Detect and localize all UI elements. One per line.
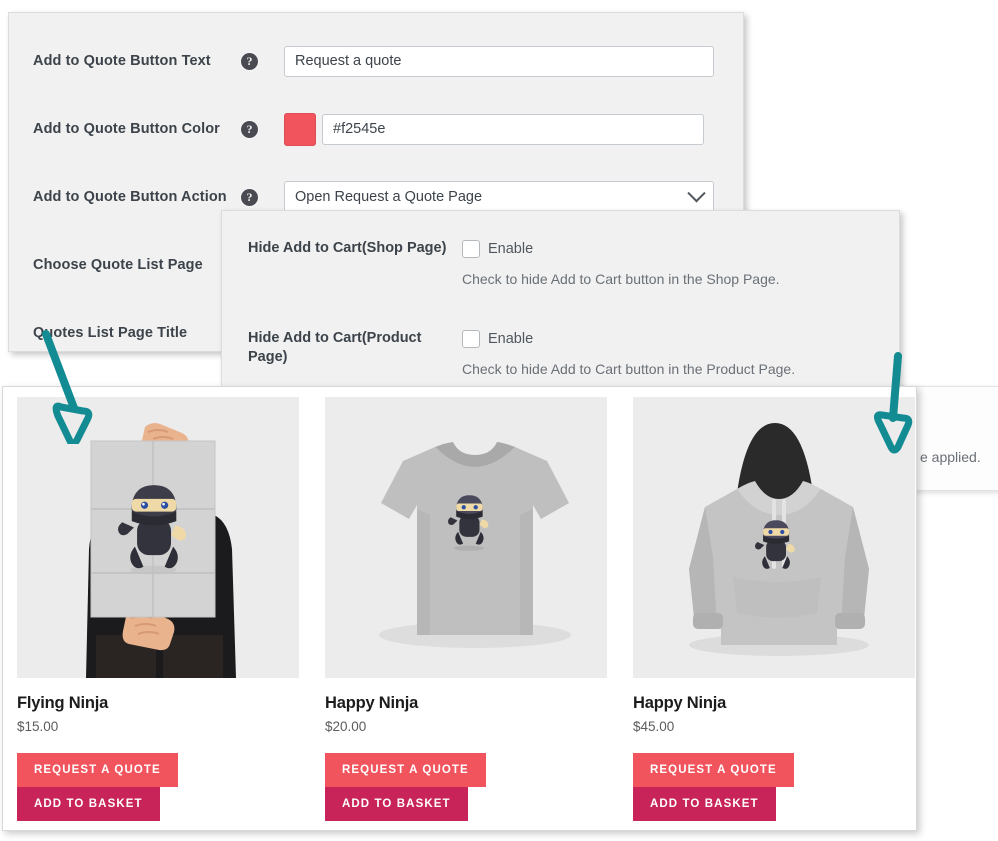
field-wrap-button-text xyxy=(284,45,714,77)
chevron-down-icon xyxy=(687,183,706,202)
label-hide-add-to-cart-product-page: Hide Add to Cart(Product Page) xyxy=(248,330,422,365)
row-hide-add-to-cart-product-page: Hide Add to Cart(Product Page) Enable Ch… xyxy=(222,329,899,377)
hint-text-fragment: e applied. xyxy=(920,449,981,465)
hide-add-to-cart-product-page-checkbox[interactable] xyxy=(462,330,480,348)
product-price: $15.00 xyxy=(17,719,59,734)
label-add-to-quote-button-color: Add to Quote Button Color xyxy=(33,121,220,137)
field-hide-add-to-cart-product-page: Enable Check to hide Add to Cart button … xyxy=(462,329,795,377)
checkbox-line-shop-page[interactable]: Enable xyxy=(462,240,780,258)
product-card[interactable]: Happy Ninja $20.00 REQUEST A QUOTE ADD T… xyxy=(325,397,607,821)
label-choose-quote-list-page: Choose Quote List Page xyxy=(33,257,203,273)
field-wrap-button-color xyxy=(284,112,704,146)
product-card[interactable]: Happy Ninja $45.00 REQUEST A QUOTE ADD T… xyxy=(633,397,915,821)
field-hide-add-to-cart-shop-page: Enable Check to hide Add to Cart button … xyxy=(462,239,780,287)
hint-product-page: Check to hide Add to Cart button in the … xyxy=(462,361,796,377)
label-add-to-quote-button-text: Add to Quote Button Text xyxy=(33,53,211,69)
label-hide-add-to-cart-shop-page: Hide Add to Cart(Shop Page) xyxy=(248,240,447,256)
color-swatch[interactable] xyxy=(284,112,316,146)
add-to-basket-button[interactable]: ADD TO BASKET xyxy=(17,787,160,821)
row-hide-add-to-cart-shop-page: Hide Add to Cart(Shop Page) Enable Check… xyxy=(222,239,899,287)
checkbox-line-product-page[interactable]: Enable xyxy=(462,330,795,348)
add-to-quote-button-text-input[interactable] xyxy=(284,45,714,77)
hide-add-to-cart-shop-page-checkbox[interactable] xyxy=(462,240,480,258)
select-value: Open Request a Quote Page xyxy=(295,189,483,205)
product-card[interactable]: Flying Ninja $15.00 REQUEST A QUOTE ADD … xyxy=(17,397,299,821)
enable-label: Enable xyxy=(488,241,534,257)
ninja-tshirt-image[interactable] xyxy=(325,397,607,678)
product-grid: Flying Ninja $15.00 REQUEST A QUOTE ADD … xyxy=(3,397,916,821)
product-price: $20.00 xyxy=(325,719,367,734)
help-icon[interactable]: ? xyxy=(241,188,258,206)
request-a-quote-button[interactable]: REQUEST A QUOTE xyxy=(633,753,794,787)
add-to-quote-button-action-select[interactable]: Open Request a Quote Page xyxy=(284,180,714,214)
hide-add-to-cart-panel: Hide Add to Cart(Shop Page) Enable Check… xyxy=(221,210,900,390)
add-to-quote-button-color-input[interactable] xyxy=(322,113,704,145)
help-icon[interactable]: ? xyxy=(241,120,258,138)
ninja-poster-image[interactable] xyxy=(17,397,299,678)
enable-label: Enable xyxy=(488,331,534,347)
form-row-button-color: Add to Quote Button Color ? xyxy=(9,95,743,163)
ninja-hoodie-image[interactable] xyxy=(633,397,915,678)
form-row-button-text: Add to Quote Button Text ? xyxy=(9,27,743,95)
product-price: $45.00 xyxy=(633,719,675,734)
hint-shop-page: Check to hide Add to Cart button in the … xyxy=(462,271,780,287)
field-wrap-button-action: Open Request a Quote Page xyxy=(284,180,714,214)
request-a-quote-button[interactable]: REQUEST A QUOTE xyxy=(325,753,486,787)
request-a-quote-button[interactable]: REQUEST A QUOTE xyxy=(17,753,178,787)
add-to-basket-button[interactable]: ADD TO BASKET xyxy=(633,787,776,821)
add-to-basket-button[interactable]: ADD TO BASKET xyxy=(325,787,468,821)
product-title[interactable]: Happy Ninja xyxy=(633,694,915,713)
shop-page-preview-panel: Flying Ninja $15.00 REQUEST A QUOTE ADD … xyxy=(2,386,917,831)
label-quotes-list-page-title: Quotes List Page Title xyxy=(33,325,188,341)
label-add-to-quote-button-action: Add to Quote Button Action xyxy=(33,189,227,205)
help-icon[interactable]: ? xyxy=(241,52,258,70)
product-title[interactable]: Happy Ninja xyxy=(325,694,607,713)
product-title[interactable]: Flying Ninja xyxy=(17,694,299,713)
